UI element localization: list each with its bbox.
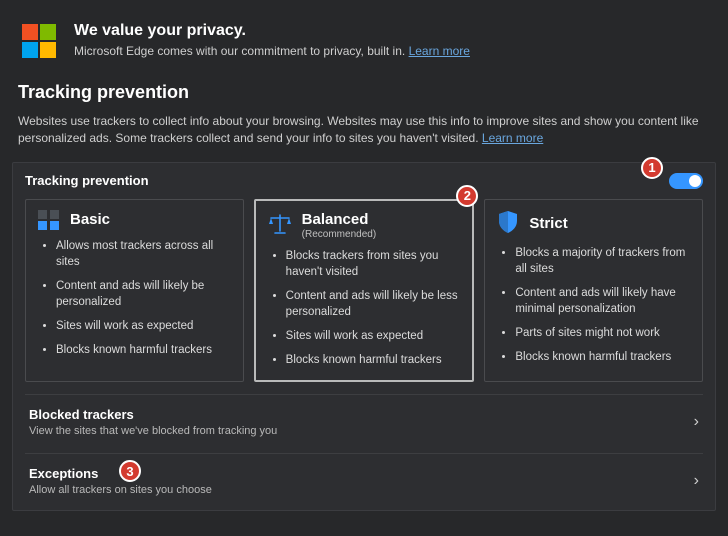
card-title-balanced: Balanced bbox=[302, 211, 376, 228]
panel-header: Tracking prevention bbox=[25, 173, 703, 189]
section-learn-more-link[interactable]: Learn more bbox=[482, 131, 543, 145]
row-title: Blocked trackers bbox=[29, 407, 277, 422]
balance-icon bbox=[268, 213, 292, 238]
card-bullet: Parts of sites might not work bbox=[515, 325, 690, 341]
card-bullet: Blocks known harmful trackers bbox=[286, 352, 461, 368]
card-bullet: Sites will work as expected bbox=[56, 318, 231, 334]
banner-title: We value your privacy. bbox=[74, 22, 470, 40]
banner-subtitle: Microsoft Edge comes with our commitment… bbox=[74, 44, 470, 58]
card-bullet: Blocks known harmful trackers bbox=[515, 349, 690, 365]
card-bullet: Allows most trackers across all sites bbox=[56, 238, 231, 270]
basic-icon bbox=[38, 210, 60, 230]
blocked-trackers-row[interactable]: Blocked trackers View the sites that we'… bbox=[25, 394, 703, 441]
level-card-balanced[interactable]: 2 Balanced (Recommended) Blocks trackers… bbox=[254, 199, 475, 383]
level-card-strict[interactable]: Strict Blocks a majority of trackers fro… bbox=[484, 199, 703, 383]
chevron-right-icon: › bbox=[694, 413, 699, 431]
card-bullet: Sites will work as expected bbox=[286, 328, 461, 344]
microsoft-logo-icon bbox=[22, 24, 56, 58]
card-subtitle-balanced: (Recommended) bbox=[302, 229, 376, 240]
exceptions-row[interactable]: 3 Exceptions Allow all trackers on sites… bbox=[25, 453, 703, 500]
level-card-basic[interactable]: Basic Allows most trackers across all si… bbox=[25, 199, 244, 383]
tracking-prevention-toggle[interactable] bbox=[669, 173, 703, 189]
level-cards: Basic Allows most trackers across all si… bbox=[25, 199, 703, 383]
annotation-2: 2 bbox=[456, 185, 478, 207]
privacy-banner: We value your privacy. Microsoft Edge co… bbox=[12, 12, 716, 74]
banner-learn-more-link[interactable]: Learn more bbox=[409, 44, 470, 58]
card-bullet: Content and ads will likely be personali… bbox=[56, 278, 231, 310]
row-subtitle: View the sites that we've blocked from t… bbox=[29, 425, 277, 437]
row-subtitle: Allow all trackers on sites you choose bbox=[29, 484, 212, 496]
section-description: Websites use trackers to collect info ab… bbox=[18, 113, 710, 148]
card-title-basic: Basic bbox=[70, 211, 110, 228]
card-bullet: Blocks trackers from sites you haven't v… bbox=[286, 248, 461, 280]
banner-text: We value your privacy. Microsoft Edge co… bbox=[74, 22, 470, 58]
card-bullet: Content and ads will likely have minimal… bbox=[515, 285, 690, 317]
panel-title: Tracking prevention bbox=[25, 173, 149, 188]
card-bullet: Content and ads will likely be less pers… bbox=[286, 288, 461, 320]
annotation-1: 1 bbox=[641, 157, 663, 179]
card-bullet: Blocks a majority of trackers from all s… bbox=[515, 245, 690, 277]
tracking-prevention-panel: 1 Tracking prevention Basic Allows most … bbox=[12, 162, 716, 512]
section-title: Tracking prevention bbox=[18, 82, 710, 103]
card-bullet: Blocks known harmful trackers bbox=[56, 342, 231, 358]
card-title-strict: Strict bbox=[529, 215, 567, 232]
chevron-right-icon: › bbox=[694, 472, 699, 490]
shield-icon bbox=[497, 210, 519, 237]
